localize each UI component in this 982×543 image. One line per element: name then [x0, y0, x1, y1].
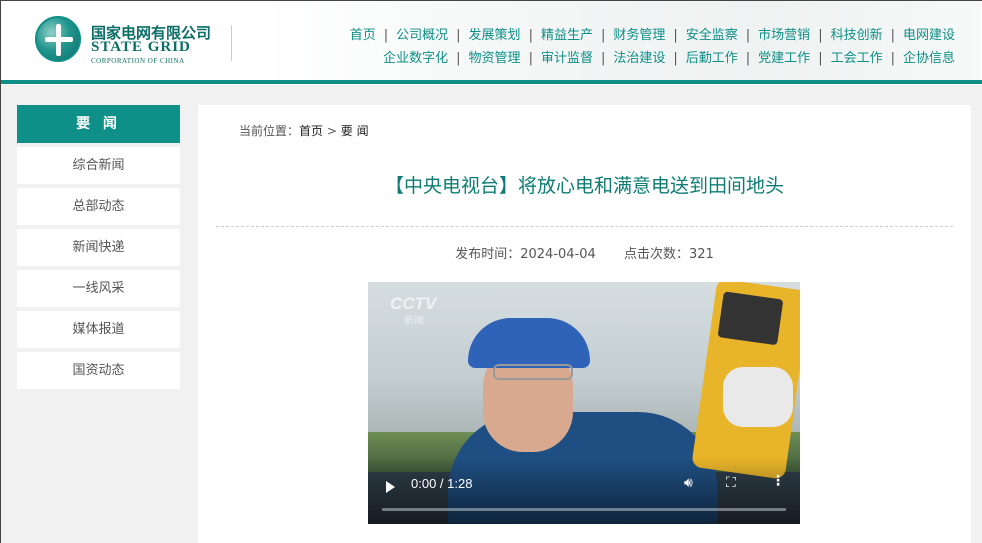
title-divider: [216, 226, 953, 227]
sidebar-item-general-news[interactable]: 综合新闻: [17, 147, 180, 184]
breadcrumb-current[interactable]: 要 闻: [341, 124, 369, 138]
nav-item[interactable]: 首页: [342, 28, 384, 43]
camera-screen: [717, 291, 784, 346]
nav-item[interactable]: 工会工作: [823, 51, 891, 66]
site-logo[interactable]: 国家电网有限公司 STATE GRID CORPORATION OF CHINA: [35, 16, 215, 68]
nav-separator: |: [818, 51, 823, 66]
nav-item[interactable]: 精益生产: [533, 28, 601, 43]
nav-item[interactable]: 发展策划: [461, 28, 529, 43]
nav-item[interactable]: 电网建设: [895, 28, 955, 43]
video-frame-glove: [723, 367, 793, 427]
nav-item[interactable]: 市场营销: [750, 28, 818, 43]
logo-subtitle: CORPORATION OF CHINA: [91, 57, 185, 65]
nav-item[interactable]: 科技创新: [823, 28, 891, 43]
sidebar: 要 闻 综合新闻 总部动态 新闻快递 一线风采 媒体报道 国资动态: [17, 105, 180, 389]
nav-item[interactable]: 审计监督: [533, 51, 601, 66]
nav-separator: |: [456, 51, 461, 66]
cctv-watermark: CCTV: [390, 294, 437, 313]
nav-separator: |: [818, 28, 823, 43]
state-grid-globe-icon: [35, 16, 81, 62]
sidebar-item-frontline[interactable]: 一线风采: [17, 270, 180, 307]
sidebar-item-sasac-updates[interactable]: 国资动态: [17, 352, 180, 389]
video-time: 0:00 / 1:28: [411, 476, 473, 491]
cctv-watermark-channel: 新闻: [404, 316, 424, 327]
header-accent-line: [1, 80, 982, 84]
video-controls: 0:00 / 1:28 🔊︎ ⛶ ⋮: [368, 458, 800, 524]
nav-item[interactable]: 企业数字化: [375, 51, 456, 66]
nav-item[interactable]: 财务管理: [605, 28, 673, 43]
publish-date: 发布时间：2024-04-04: [455, 247, 596, 262]
site-header: 国家电网有限公司 STATE GRID CORPORATION OF CHINA…: [1, 1, 982, 85]
views-label: 点击次数：: [623, 247, 689, 262]
logo-divider: [231, 25, 232, 61]
breadcrumb: 当前位置：首页 > 要 闻: [239, 122, 369, 139]
top-nav-row-1: 首页 | 公司概况 | 发展策划 | 精益生产 | 财务管理 | 安全监察 | 市场营销 | 科技创新 | 电网…: [342, 24, 955, 43]
article-panel: 当前位置：首页 > 要 闻 【中央电视台】将放心电和满意电送到田间地头 发布时间…: [198, 105, 971, 543]
nav-item[interactable]: 企协信息: [895, 51, 955, 66]
nav-item[interactable]: 安全监察: [678, 28, 746, 43]
views-value: 321: [688, 247, 714, 262]
article-meta: 发布时间：2024-04-04 点击次数：321: [198, 243, 971, 262]
sidebar-title[interactable]: 要 闻: [17, 105, 180, 143]
volume-icon[interactable]: 🔊︎: [684, 475, 693, 491]
play-icon[interactable]: [386, 481, 395, 493]
video-frame-helmet: [468, 318, 590, 368]
nav-item[interactable]: 物资管理: [461, 51, 529, 66]
more-options-icon[interactable]: ⋮: [771, 473, 785, 489]
fullscreen-icon[interactable]: ⛶: [726, 475, 736, 491]
video-player[interactable]: CCTV 新闻 0:00 / 1:28 🔊︎ ⛶ ⋮: [368, 282, 800, 524]
publish-date-value: 2024-04-04: [520, 247, 596, 262]
sidebar-item-hq-updates[interactable]: 总部动态: [17, 188, 180, 225]
nav-item[interactable]: 法治建设: [605, 51, 673, 66]
article-title: 【中央电视台】将放心电和满意电送到田间地头: [384, 175, 784, 197]
video-frame-glasses: [493, 364, 573, 380]
logo-english-name: STATE GRID: [91, 39, 191, 55]
sidebar-item-media-reports[interactable]: 媒体报道: [17, 311, 180, 348]
nav-item[interactable]: 党建工作: [750, 51, 818, 66]
sidebar-item-news-express[interactable]: 新闻快递: [17, 229, 180, 266]
top-nav-row-2: 企业数字化 | 物资管理 | 审计监督 | 法治建设 | 后勤工作 | 党建工作 | 工会工作 | 企协信息: [375, 47, 955, 66]
nav-item[interactable]: 公司概况: [388, 28, 456, 43]
video-progress-bar[interactable]: [382, 508, 786, 511]
publish-label: 发布时间：: [455, 247, 521, 262]
nav-separator: |: [456, 28, 461, 43]
breadcrumb-label: 当前位置：: [239, 124, 300, 138]
nav-item[interactable]: 后勤工作: [678, 51, 746, 66]
breadcrumb-separator: >: [326, 124, 337, 138]
view-count: 点击次数：321: [624, 247, 714, 262]
breadcrumb-home-link[interactable]: 首页: [299, 124, 323, 138]
